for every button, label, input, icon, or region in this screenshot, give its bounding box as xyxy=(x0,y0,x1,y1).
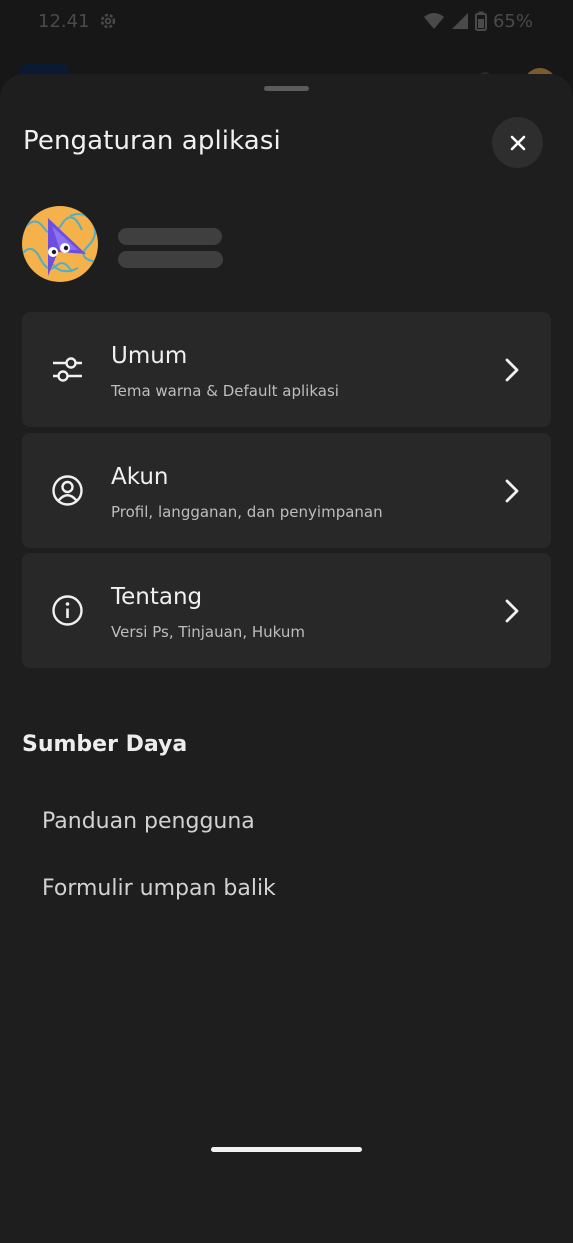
user-guide-link[interactable]: Panduan pengguna xyxy=(42,809,255,834)
status-right: 65% xyxy=(423,11,533,32)
user-name-placeholder xyxy=(118,228,222,245)
settings-item-account[interactable]: Akun Profil, langganan, dan penyimpanan xyxy=(22,433,551,548)
sliders-icon xyxy=(53,357,82,382)
chevron-right-icon xyxy=(505,479,519,503)
settings-item-subtitle: Versi Ps, Tinjauan, Hukum xyxy=(111,623,305,641)
user-email-placeholder xyxy=(118,251,223,268)
status-time: 12.41 xyxy=(38,10,90,32)
app-settings-sheet: Pengaturan aplikasi Umum Tema warna & De… xyxy=(0,74,573,1243)
resources-section-title: Sumber Daya xyxy=(22,732,188,757)
avatar[interactable] xyxy=(22,206,98,282)
chevron-right-icon xyxy=(505,599,519,623)
close-button[interactable] xyxy=(492,117,543,168)
settings-item-subtitle: Tema warna & Default aplikasi xyxy=(111,382,339,400)
settings-item-about[interactable]: Tentang Versi Ps, Tinjauan, Hukum xyxy=(22,553,551,668)
gesture-navigation-bar[interactable] xyxy=(211,1147,362,1152)
settings-item-title: Akun xyxy=(111,464,169,490)
status-left: 12.41 xyxy=(38,11,118,32)
settings-gear-icon xyxy=(100,13,115,29)
drag-handle[interactable] xyxy=(264,86,309,91)
info-icon xyxy=(52,595,83,626)
chevron-right-icon xyxy=(505,358,519,382)
feedback-form-link[interactable]: Formulir umpan balik xyxy=(42,876,276,901)
close-icon xyxy=(510,135,525,150)
sheet-title: Pengaturan aplikasi xyxy=(23,126,281,156)
settings-item-general[interactable]: Umum Tema warna & Default aplikasi xyxy=(22,312,551,427)
wifi-icon xyxy=(423,13,444,29)
user-circle-icon xyxy=(52,475,83,506)
settings-item-title: Umum xyxy=(111,343,188,369)
battery-percent: 65% xyxy=(492,10,533,32)
battery-icon xyxy=(474,11,487,31)
status-bar: 12.41 65% xyxy=(0,0,573,42)
avatar-image xyxy=(22,206,98,282)
settings-item-title: Tentang xyxy=(111,584,203,610)
signal-icon xyxy=(451,13,468,29)
settings-item-subtitle: Profil, langganan, dan penyimpanan xyxy=(111,503,383,521)
